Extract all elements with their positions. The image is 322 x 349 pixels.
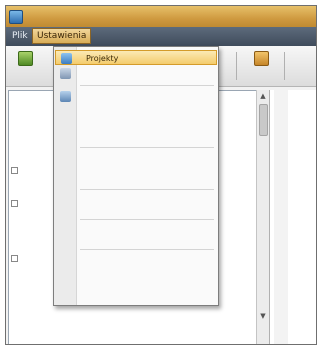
new-document-icon: [18, 51, 33, 66]
tree-scrollbar[interactable]: ▲ ▼: [256, 90, 269, 344]
tree-expand-icon[interactable]: [11, 200, 18, 207]
title-bar: [6, 6, 316, 28]
menu-item-projects[interactable]: Projekty: [55, 50, 217, 65]
tile-button[interactable]: [246, 50, 274, 80]
menu-item[interactable]: [55, 105, 217, 120]
menu-separator: [80, 147, 214, 148]
settings-icon: [60, 68, 71, 79]
menu-bar: Plik Ustawienia: [6, 27, 316, 47]
menu-item-6[interactable]: [232, 29, 240, 43]
menu-item-7[interactable]: [274, 29, 282, 43]
menu-item[interactable]: [55, 89, 217, 104]
menu-separator: [80, 189, 214, 190]
application-window: Plik Ustawienia ▲ ▼ Projekty: [5, 5, 317, 345]
menu-item[interactable]: [55, 257, 217, 272]
tree-expand-icon[interactable]: [11, 167, 18, 174]
scroll-thumb[interactable]: [259, 104, 268, 136]
menu-item[interactable]: [55, 197, 217, 212]
menu-item[interactable]: [55, 151, 217, 166]
new-button[interactable]: [10, 50, 38, 80]
menu-item[interactable]: [55, 167, 217, 182]
menu-item[interactable]: [55, 227, 217, 242]
menu-item[interactable]: [55, 273, 217, 288]
scroll-up-icon[interactable]: ▲: [259, 92, 267, 100]
menu-separator: [80, 249, 214, 250]
window-title: [25, 10, 305, 23]
menu-file[interactable]: Plik: [8, 29, 32, 43]
toolbar-separator: [236, 52, 237, 80]
menu-separator: [80, 85, 214, 86]
menu-separator: [80, 219, 214, 220]
content-margin: [274, 90, 288, 344]
menu-item[interactable]: [55, 287, 217, 302]
menu-item-4[interactable]: [146, 29, 154, 43]
menu-item[interactable]: [55, 121, 217, 136]
scroll-down-icon[interactable]: ▼: [259, 312, 267, 320]
projects-icon: [61, 53, 72, 64]
menu-item-5[interactable]: [190, 29, 198, 43]
menu-item[interactable]: [55, 66, 217, 81]
content-pane: [269, 90, 316, 344]
toolbar-separator: [284, 52, 285, 80]
app-icon: [9, 10, 23, 24]
menu-item-label: Projekty: [86, 54, 119, 63]
settings-dropdown-menu: Projekty: [53, 46, 219, 306]
tree-expand-icon[interactable]: [11, 255, 18, 262]
new-button-label: [10, 67, 38, 78]
menu-item-3[interactable]: [90, 29, 98, 43]
tile-button-label: [246, 67, 274, 78]
tile-icon: [254, 51, 269, 66]
list-icon: [60, 91, 71, 102]
menu-settings[interactable]: Ustawienia: [32, 28, 92, 44]
